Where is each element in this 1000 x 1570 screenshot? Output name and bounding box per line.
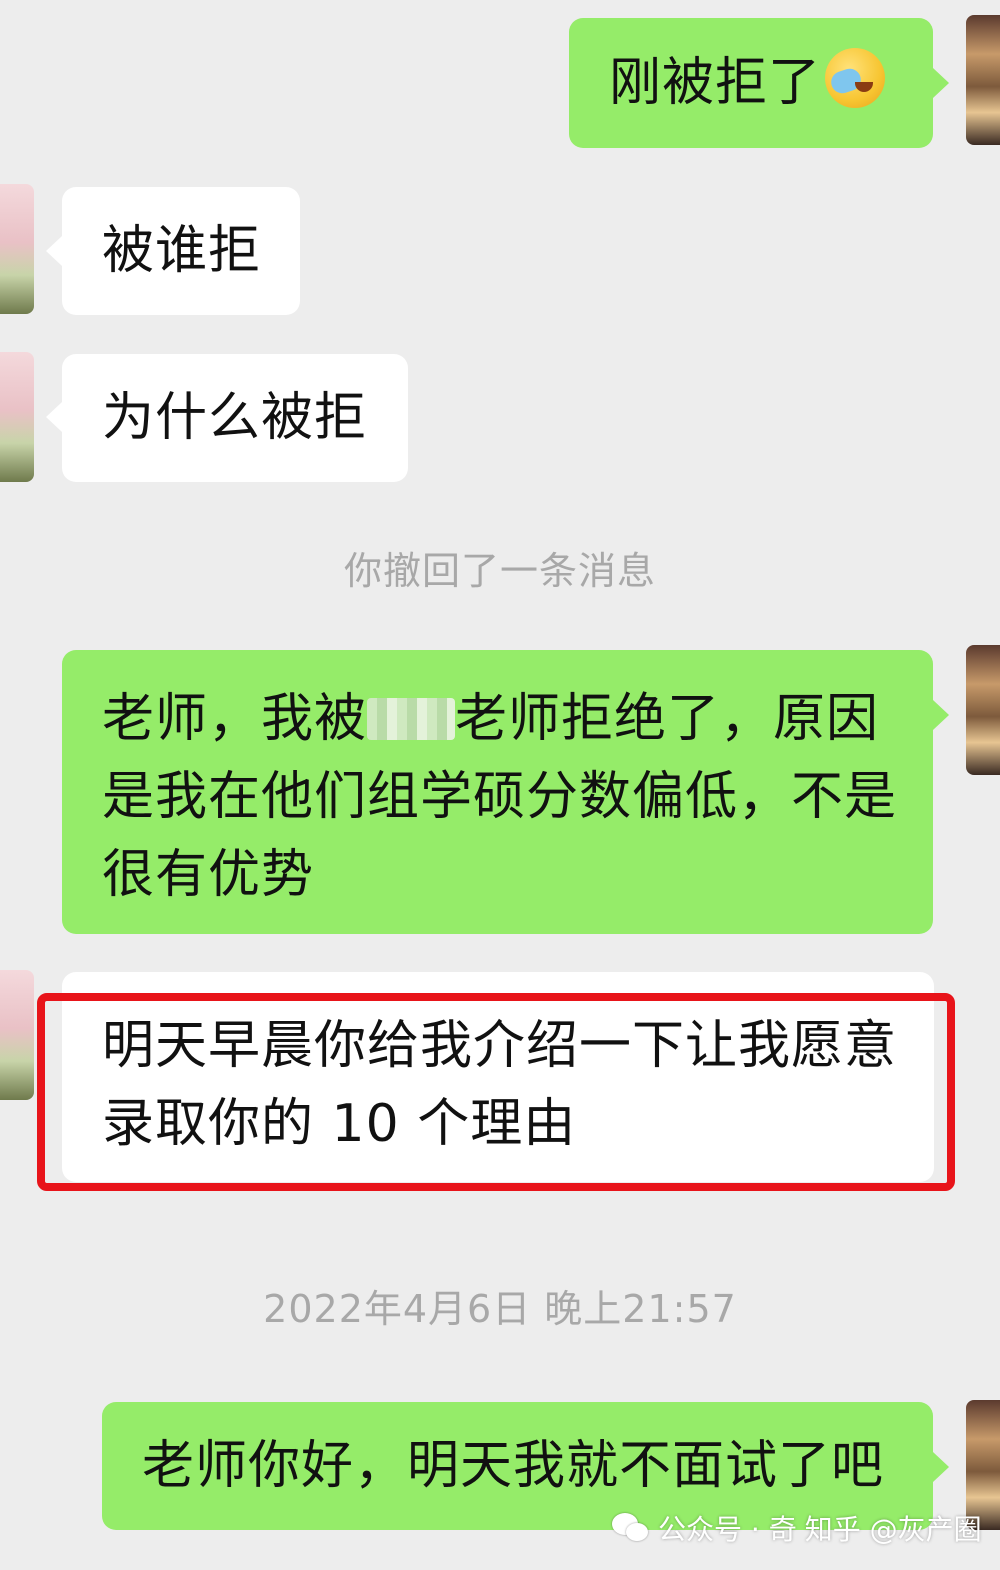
message-bubble-sent[interactable]: 刚被拒了: [569, 18, 933, 148]
message-text: 老师，我被 老师拒绝了，原因 是我在他们组学硕分数偏低，不是 很有优势: [102, 680, 913, 914]
message-bubble-received[interactable]: 被谁拒: [62, 187, 300, 315]
highlight-frame: [37, 993, 955, 1191]
message-text: 刚被拒了: [609, 53, 822, 113]
my-avatar[interactable]: [966, 645, 1000, 775]
message-bubble-sent[interactable]: 老师，我被 老师拒绝了，原因 是我在他们组学硕分数偏低，不是 很有优势: [62, 650, 933, 934]
watermark-zhihu: 知乎 @灰产圈: [804, 1513, 982, 1546]
teacher-avatar[interactable]: [0, 352, 34, 482]
chat-window: 刚被拒了 被谁拒 为什么被拒 你撤回了一条消息 老师，我被 老师拒绝了，原因 是我…: [0, 0, 1000, 1570]
bubble-tail: [933, 1452, 949, 1482]
wechat-icon: [612, 1513, 650, 1543]
message-text: 为什么被拒: [102, 388, 368, 448]
teacher-avatar[interactable]: [0, 184, 34, 314]
watermark-account: 公众号 · 奇: [658, 1513, 797, 1546]
message-text-part: 老师，我被: [102, 689, 368, 749]
bubble-tail: [933, 700, 949, 730]
face-palm-crying-emoji-icon: [825, 48, 886, 108]
bubble-tail: [46, 402, 62, 432]
recall-notice: 你撤回了一条消息: [343, 549, 656, 593]
watermark: 公众号 · 奇 知乎 @灰产圈: [612, 1506, 982, 1550]
blurred-name: [367, 698, 456, 740]
bubble-tail: [933, 68, 949, 98]
message-text: 老师你好，明天我就不面试了吧: [142, 1436, 885, 1496]
my-avatar[interactable]: [966, 15, 1000, 145]
teacher-avatar[interactable]: [0, 970, 34, 1100]
message-text: 被谁拒: [102, 221, 262, 281]
timestamp: 2022年4月6日 晚上21:57: [263, 1287, 737, 1331]
bubble-tail: [46, 236, 62, 266]
message-bubble-received[interactable]: 为什么被拒: [62, 354, 408, 482]
